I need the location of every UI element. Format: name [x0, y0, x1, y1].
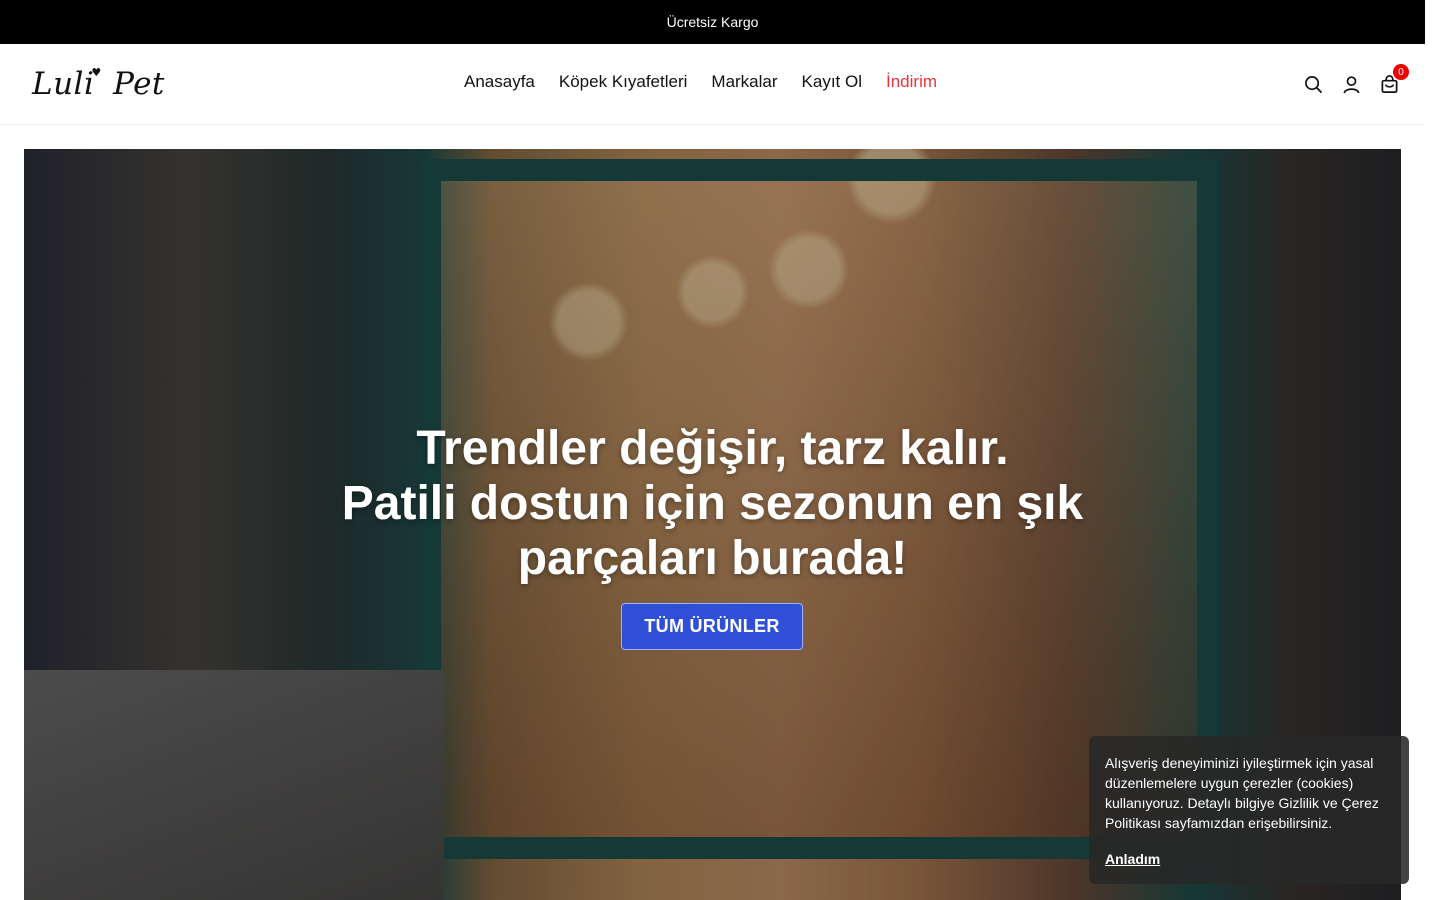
main-nav: Anasayfa Köpek Kıyafetleri Markalar Kayı… — [464, 72, 937, 92]
cookie-banner: Alışveriş deneyiminizi iyileştirmek için… — [1089, 736, 1409, 884]
nav-brands[interactable]: Markalar — [711, 72, 777, 92]
search-icon[interactable] — [1303, 74, 1323, 94]
header-icons: 0 — [1303, 64, 1409, 94]
cart-icon[interactable]: 0 — [1379, 64, 1409, 94]
nav-dog-clothes[interactable]: Köpek Kıyafetleri — [559, 72, 688, 92]
cookie-accept-button[interactable]: Anladım — [1105, 849, 1160, 869]
cookie-text: Alışveriş deneyiminizi iyileştirmek için… — [1105, 755, 1379, 831]
announcement-bar: Ücretsiz Kargo — [0, 0, 1425, 44]
announcement-text: Ücretsiz Kargo — [666, 14, 759, 30]
hero-headline: Trendler değişir, tarz kalır. Patili dos… — [24, 421, 1401, 586]
nav-register[interactable]: Kayıt Ol — [802, 72, 862, 92]
hero-headline-line3: parçaları burada! — [517, 532, 908, 585]
account-icon[interactable] — [1341, 74, 1361, 94]
hero-headline-line2: Patili dostun için sezonun en şık — [341, 477, 1084, 530]
site-header: Luli ♥ Pet Anasayfa Köpek Kıyafetleri Mar… — [0, 44, 1425, 125]
logo-text-pet: Pet — [113, 66, 165, 102]
hero-headline-line1: Trendler değişir, tarz kalır. — [416, 422, 1009, 475]
heart-icon: ♥ — [91, 65, 102, 79]
all-products-button[interactable]: TÜM ÜRÜNLER — [621, 603, 803, 650]
nav-home[interactable]: Anasayfa — [464, 72, 535, 92]
nav-sale[interactable]: İndirim — [886, 72, 937, 92]
logo-text-luli: Luli — [32, 66, 95, 102]
logo[interactable]: Luli ♥ Pet — [32, 62, 165, 106]
cart-count-badge: 0 — [1393, 64, 1409, 80]
